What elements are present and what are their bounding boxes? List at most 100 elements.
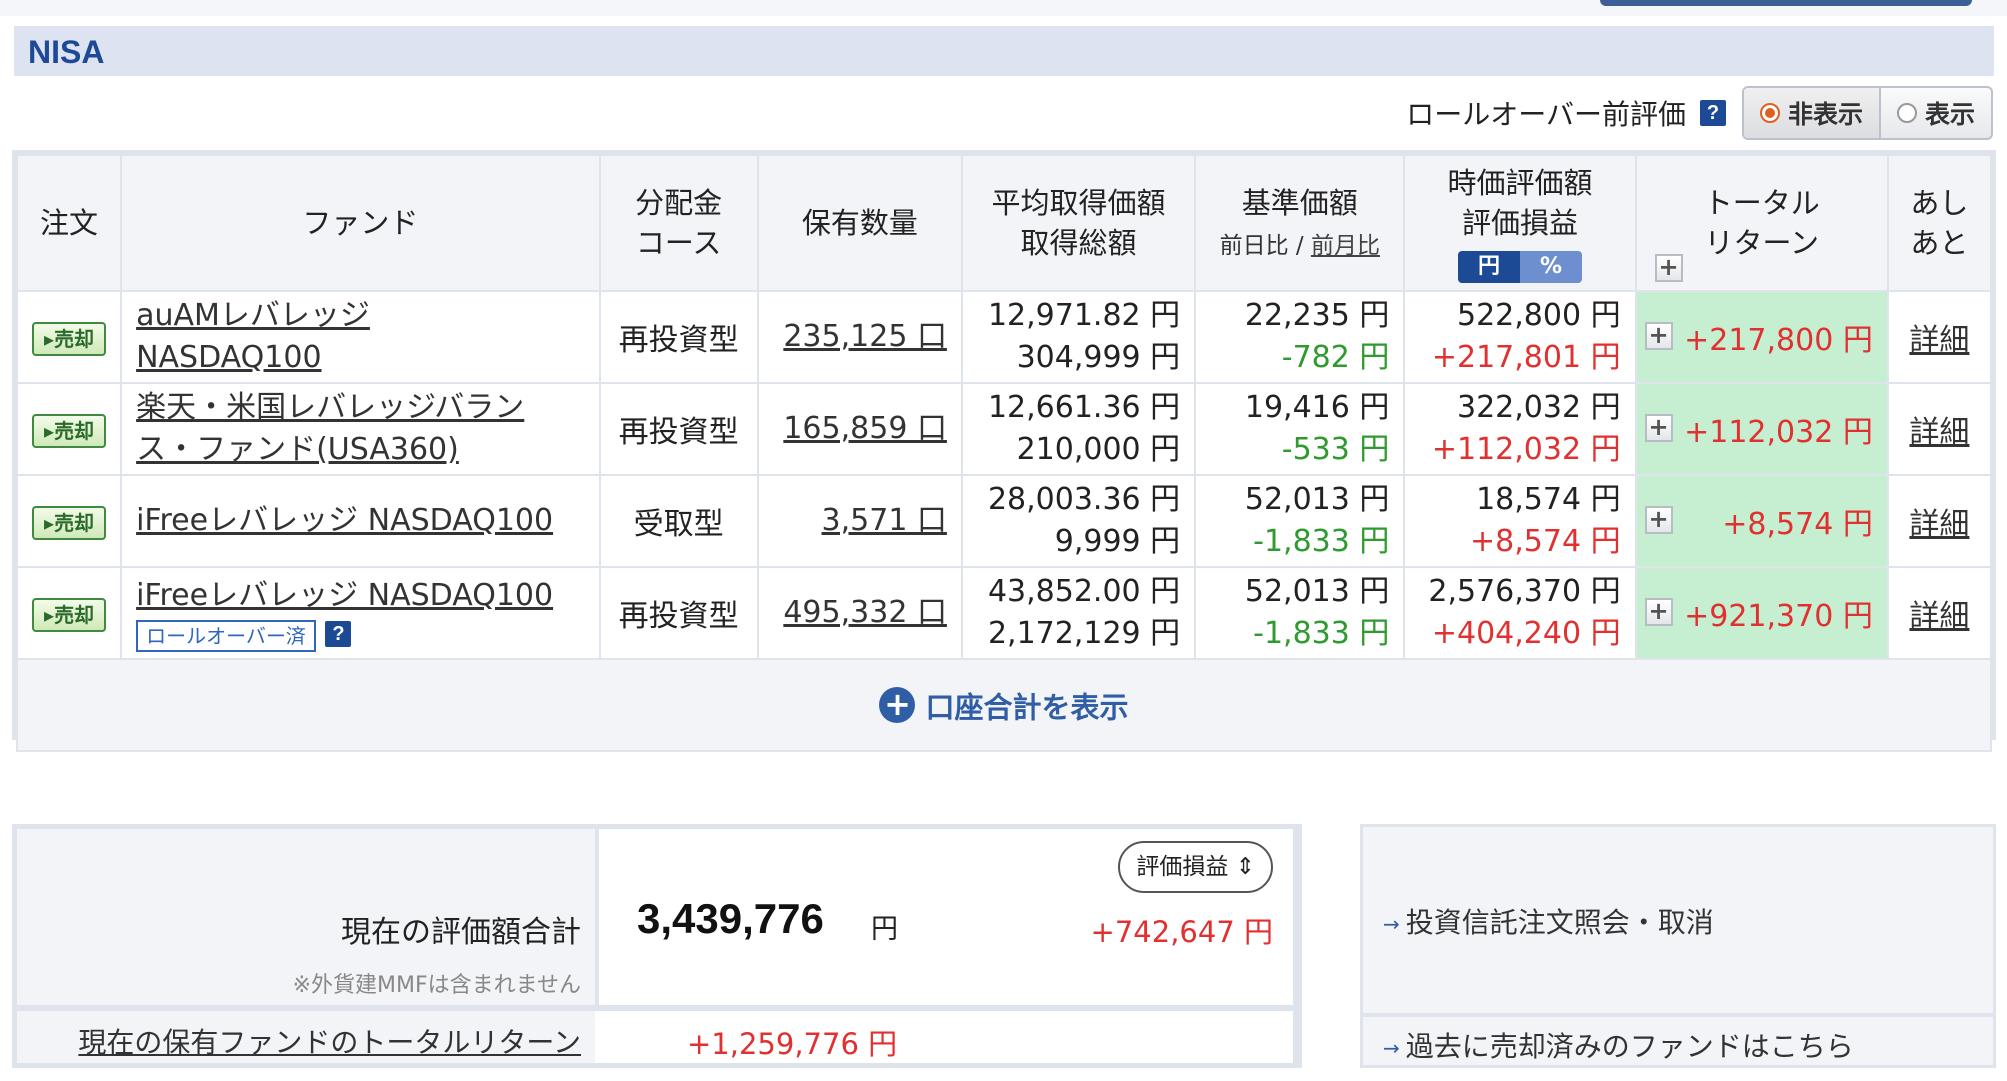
avg-price: 43,852.00 円 [987,574,1181,609]
total-return-link[interactable]: 現在の保有ファンドのトータルリターン [78,1021,581,1061]
market-value: 2,576,370 円 [1428,574,1621,609]
total-valuation-value: 3,439,776 [637,895,824,942]
rollover-label: ロールオーバー前評価 [1406,98,1686,131]
arrow-right-icon: → [1383,1036,1400,1060]
section-title: NISA [28,34,105,70]
rollover-option-hide-label: 非表示 [1787,100,1863,129]
course-cell: 受取型 [598,474,759,568]
market-value: 522,800 円 [1457,298,1621,333]
order-inquiry-link[interactable]: → 投資信託注文照会・取消 [1383,901,1714,941]
header-chart: あし あと [1886,154,1993,292]
nav-value: 19,416 円 [1244,390,1390,425]
prev-month-link[interactable]: 前月比 [1311,233,1380,259]
sell-button[interactable]: ▸売却 [32,597,107,632]
holdings-link[interactable]: 235,125 口 [783,319,947,354]
fund-table: 注文 ファンド 分配金 コース 保有数量 平均取得価額 取得総額 基準価額 前日比 … [15,154,1993,752]
rollover-option-show-label: 表示 [1924,100,1975,129]
total-cost: 9,999 円 [1054,524,1181,559]
sold-funds-link[interactable]: → 過去に売却済みのファンドはこちら [1383,1025,1854,1065]
table-row: ▸売却 auAMレバレッジNASDAQ100 再投資型 235,125 口 12… [15,290,1993,384]
plus-circle-icon: + [879,687,916,723]
header-avg-price: 平均取得価額 取得総額 [960,154,1197,292]
total-unit: 円 [871,914,898,945]
top-button-edge[interactable] [1600,0,1972,6]
detail-link[interactable]: 詳細 [1909,415,1969,450]
show-account-total-button[interactable]: + 口座合計を表示 [879,687,1129,724]
table-row: ▸売却 楽天・米国レバレッジバランス・ファンド(USA360) 再投資型 165… [15,382,1993,476]
arrow-right-icon: → [1383,912,1400,936]
holdings-link[interactable]: 495,332 口 [783,595,947,630]
total-return: +217,800 円 [1684,323,1873,358]
total-return: +112,032 円 [1684,415,1873,450]
rollover-option-show[interactable]: 表示 [1881,88,1991,138]
help-icon[interactable]: ? [1699,100,1726,126]
expand-icon[interactable]: + [1644,506,1673,534]
unrealized-pl: +404,240 円 [1431,616,1621,651]
expand-icon[interactable]: + [1644,598,1673,626]
total-pl-value: +742,647 円 [1090,915,1273,949]
radio-selected-icon [1759,103,1780,123]
rollover-option-hide[interactable]: 非表示 [1743,88,1881,138]
course-cell: 再投資型 [598,382,759,476]
total-cost: 210,000 円 [1016,432,1181,467]
unrealized-pl: +112,032 円 [1431,432,1621,467]
sell-button[interactable]: ▸売却 [32,505,107,540]
header-fund: ファンド [120,154,601,292]
sell-button[interactable]: ▸売却 [32,413,107,448]
total-return: +8,574 円 [1722,507,1873,542]
nav-change: -1,833 円 [1253,524,1390,559]
header-nav: 基準価額 前日比 / 前月比 [1194,154,1406,292]
market-value: 322,032 円 [1457,390,1621,425]
sell-button[interactable]: ▸売却 [32,321,107,356]
help-icon[interactable]: ? [325,621,352,647]
rollover-toggle[interactable]: 非表示 表示 [1741,86,1993,140]
table-header-row: 注文 ファンド 分配金 コース 保有数量 平均取得価額 取得総額 基準価額 前日比 … [15,154,1993,292]
unit-percent-button[interactable]: % [1519,251,1582,283]
table-row: ▸売却 iFreeレバレッジ NASDAQ100 ロールオーバー済 ? 再投資型… [15,566,1993,660]
total-return-row: 現在の保有ファンドのトータルリターン +1,259,776 円 [17,1011,1293,1063]
summary-value-cell: 3,439,776 円 評価損益 ⇕ +742,647 円 [599,829,1293,1005]
total-cost: 2,172,129 円 [987,616,1181,651]
summary-label-cell: 現在の評価額合計 ※外貨建MMFは含まれません [17,829,595,1005]
header-total-return: トータル リターン + [1634,154,1889,292]
show-account-total-label: 口座合計を表示 [925,690,1129,724]
fund-link[interactable]: iFreeレバレッジ NASDAQ100 [136,503,553,538]
avg-price: 12,971.82 円 [987,298,1181,333]
market-value: 18,574 円 [1476,482,1621,517]
avg-price: 12,661.36 円 [987,390,1181,425]
fund-link[interactable]: 楽天・米国レバレッジバランス・ファンド(USA360) [136,387,556,471]
fund-link[interactable]: auAMレバレッジNASDAQ100 [136,295,396,379]
avg-price: 28,003.36 円 [987,482,1181,517]
total-return: +921,370 円 [1684,599,1873,634]
nav-value: 52,013 円 [1244,574,1390,609]
total-return-value: +1,259,776 円 [687,1027,898,1061]
rollover-badge: ロールオーバー済 [136,619,316,652]
expand-icon[interactable]: + [1644,414,1673,442]
total-cost: 304,999 円 [1016,340,1181,375]
nav-value: 52,013 円 [1244,482,1390,517]
course-cell: 再投資型 [598,290,759,384]
nav-change: -782 円 [1281,340,1390,375]
unrealized-pl: +217,801 円 [1431,340,1621,375]
radio-icon [1896,103,1917,123]
table-row: ▸売却 iFreeレバレッジ NASDAQ100 受取型 3,571 口 28,… [15,474,1993,568]
holdings-link[interactable]: 3,571 口 [822,503,947,538]
expand-icon[interactable]: + [1644,322,1673,350]
detail-link[interactable]: 詳細 [1909,599,1969,634]
detail-link[interactable]: 詳細 [1909,323,1969,358]
rollover-toggle-row: ロールオーバー前評価 ? 非表示 表示 [1406,86,1993,140]
unit-toggle[interactable]: 円% [1457,251,1582,283]
header-market-value: 時価評価額 評価損益 円% [1403,154,1637,292]
quick-links: → 投資信託注文照会・取消 → 過去に売却済みのファンドはこちら [1360,824,1996,1068]
fund-table-container: 注文 ファンド 分配金 コース 保有数量 平均取得価額 取得総額 基準価額 前日比 … [12,150,1996,752]
nav-value: 22,235 円 [1244,298,1390,333]
unit-yen-button[interactable]: 円 [1457,251,1520,283]
detail-link[interactable]: 詳細 [1909,507,1969,542]
nav-change: -533 円 [1281,432,1390,467]
header-holdings: 保有数量 [756,154,963,292]
holdings-link[interactable]: 165,859 口 [783,411,947,446]
expand-all-icon[interactable]: + [1654,254,1683,282]
header-order: 注文 [15,154,123,292]
pl-mode-select[interactable]: 評価損益 ⇕ [1118,841,1273,893]
fund-link[interactable]: iFreeレバレッジ NASDAQ100 [136,578,553,613]
